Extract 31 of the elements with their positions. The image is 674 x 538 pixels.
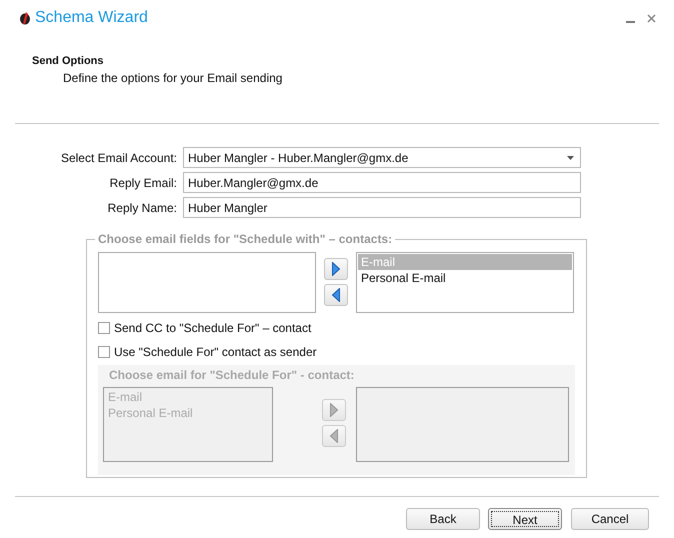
list-item[interactable]: Personal E-mail — [358, 270, 572, 286]
list-box[interactable] — [356, 387, 569, 462]
group-legend: Choose email fields for "Schedule with" – contacts: — [95, 232, 396, 246]
page-description: Define the options for your Email sending — [63, 71, 284, 85]
right-triangle-icon — [330, 403, 338, 417]
left-triangle-icon — [332, 288, 340, 302]
field-label: Select Email Account: — [60, 150, 178, 164]
field-label: Reply Email: — [108, 176, 178, 190]
field-label: Reply Name: — [106, 200, 178, 214]
move-right-button[interactable] — [324, 258, 348, 280]
dialog-button[interactable]: Back — [406, 508, 480, 530]
left-triangle-icon — [330, 429, 338, 443]
input-field[interactable]: Huber Mangler — [183, 197, 581, 218]
input-field[interactable]: Huber.Mangler@gmx.de — [183, 172, 581, 193]
caret-icon — [567, 156, 574, 160]
move-left-button[interactable] — [324, 284, 348, 306]
dialog-button[interactable]: Next — [488, 508, 562, 530]
checkbox-label: Use "Schedule For" contact as sender — [114, 345, 317, 359]
window-title: Schema Wizard — [35, 9, 148, 27]
close-icon[interactable] — [647, 14, 656, 22]
page-heading: Send Options — [32, 55, 104, 67]
list-box[interactable]: E-mail Personal E-mail — [356, 252, 574, 313]
checkbox-label: Send CC to "Schedule For" – contact — [114, 321, 312, 335]
list-box[interactable] — [98, 252, 316, 313]
checkbox[interactable] — [98, 322, 110, 334]
right-triangle-icon — [332, 262, 340, 276]
flame-logo-icon — [19, 11, 31, 25]
checkbox[interactable] — [98, 346, 110, 358]
account-dropdown[interactable]: Huber Mangler - Huber.Mangler@gmx.de — [183, 147, 581, 168]
dialog-button[interactable]: Cancel — [571, 508, 649, 530]
minimize-icon[interactable] — [626, 20, 635, 22]
